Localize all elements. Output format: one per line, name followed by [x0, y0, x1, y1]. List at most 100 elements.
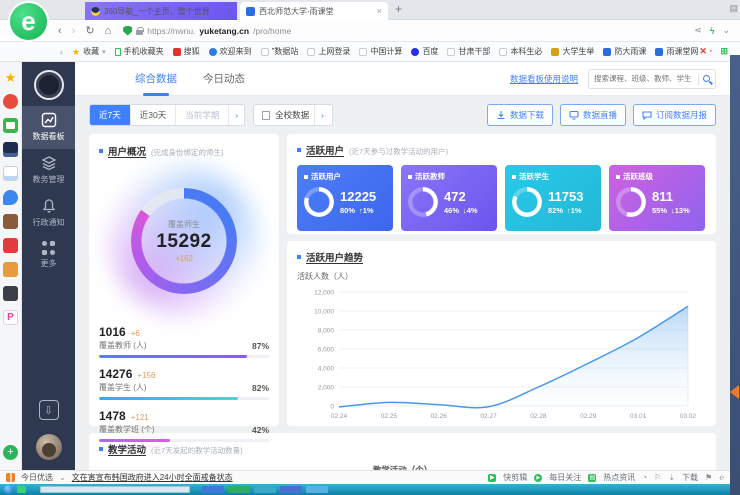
download-tray-icon[interactable]: ⇩ — [39, 400, 59, 420]
gift-icon[interactable] — [6, 473, 15, 482]
sidebar-item-dashboard[interactable]: 数据看板 — [22, 106, 75, 149]
notes-icon[interactable]: ▤ — [729, 3, 738, 14]
bookmark-baidu[interactable]: 百度 — [411, 46, 438, 57]
video-app-icon[interactable] — [3, 94, 18, 109]
range-7d-button[interactable]: 近7天 — [90, 105, 131, 125]
bookmark-rainclass-1[interactable]: 防大雨课 — [603, 46, 646, 57]
quick-clip-label[interactable]: 快剪辑 — [503, 472, 527, 483]
tile-active-students[interactable]: 活跃学生 11753 82%↑1% — [505, 165, 601, 231]
home-tab-favicon — [91, 7, 100, 16]
search-icon[interactable] — [703, 75, 710, 82]
tab-today-activity[interactable]: 今日动态 — [203, 62, 245, 96]
dashboard-help-link[interactable]: 数据看板使用说明 — [510, 73, 578, 85]
quick-launch-strip: ★ P — [0, 62, 22, 470]
red-app-icon[interactable] — [3, 238, 18, 253]
speed-boost-icon[interactable]: ϟ — [710, 26, 715, 36]
tab-close-icon[interactable]: × — [377, 6, 382, 16]
bookmark-welcome[interactable]: 欢迎来到 — [209, 46, 252, 57]
download-arrow-icon[interactable]: ⇣ — [668, 473, 675, 482]
bookmark-mobile[interactable]: 手机收藏夹 — [115, 46, 164, 57]
overview-title: 用户概况 — [108, 144, 146, 158]
taskbar-window-1[interactable] — [202, 486, 224, 493]
tile-active-teachers[interactable]: 活跃教师 472 46%↓4% — [401, 165, 497, 231]
ie-icon[interactable]: ℮ — [719, 473, 724, 482]
campus-icon — [551, 48, 559, 56]
tile-active-users[interactable]: 活跃用户 12225 80%↑1% — [297, 165, 393, 231]
download-label[interactable]: 下载 — [682, 472, 698, 483]
forward-button[interactable]: › — [72, 25, 76, 37]
back-button[interactable]: ‹ — [58, 25, 62, 37]
daily-picks-label[interactable]: 今日优选 — [21, 472, 53, 483]
collapse-bookmarks-icon[interactable]: ‹ — [60, 47, 63, 57]
range-30d-button[interactable]: 近30天 — [131, 105, 176, 125]
start-button[interactable] — [4, 485, 13, 494]
search-box[interactable] — [588, 69, 716, 89]
tile-active-classes[interactable]: 活跃班级 811 55%↓13% — [609, 165, 705, 231]
history-icon[interactable]: ◔ — [642, 473, 647, 482]
data-download-button[interactable]: 数据下载 — [487, 104, 553, 126]
svg-text:02.28: 02.28 — [530, 413, 547, 420]
taskbar-window-5[interactable] — [306, 486, 328, 493]
tab-overall-data[interactable]: 综合数据 — [135, 62, 177, 96]
hot-news-icon[interactable]: ▤ — [588, 474, 596, 482]
favorites-star-icon[interactable]: ★ — [3, 70, 18, 85]
flag-icon[interactable]: ⚑ — [705, 473, 712, 482]
bookmark-favorites[interactable]: ★收藏▾ — [72, 46, 106, 57]
taskbar-search-box[interactable] — [40, 486, 190, 493]
refresh-button[interactable]: ↻ — [85, 24, 94, 37]
user-avatar[interactable] — [36, 434, 62, 460]
course-app-icon[interactable] — [3, 142, 18, 157]
bookmark-undergrad[interactable]: 本科生必 — [499, 46, 542, 57]
bookmark-login[interactable]: 上网登录 — [307, 46, 350, 57]
home-button[interactable]: ⌂ — [105, 25, 112, 37]
taskbar-window-3[interactable] — [254, 486, 276, 493]
range-term-button[interactable]: 当前学期 — [176, 105, 229, 125]
daily-focus-icon[interactable]: ▶ — [534, 474, 542, 482]
scope-select[interactable]: 全校数据 › — [253, 104, 333, 126]
game-app-icon[interactable] — [3, 214, 18, 229]
taskbar-window-2[interactable] — [228, 486, 250, 493]
taskbar-browser-icon[interactable] — [17, 486, 26, 493]
taskbar-window-4[interactable] — [280, 486, 302, 493]
docs-app-icon[interactable] — [3, 166, 18, 181]
browser-logo-icon[interactable]: e — [10, 3, 47, 40]
progress-bar — [99, 397, 238, 400]
health-app-icon[interactable] — [3, 445, 18, 460]
game-app-2-icon[interactable] — [3, 262, 18, 277]
data-live-button[interactable]: 数据直播 — [560, 104, 626, 126]
search-input[interactable] — [594, 74, 694, 83]
line-chart-icon — [41, 112, 57, 128]
chevron-icon[interactable]: ⌄ — [59, 473, 66, 482]
add-bookmark-icon[interactable]: ⊞ — [720, 46, 728, 57]
chevron-down-icon[interactable]: ⌄ — [722, 25, 730, 36]
subscribe-report-button[interactable]: 订阅数据月报 — [633, 104, 716, 126]
browser-tab-home[interactable]: 360导航_一个主页，整个世界 — [85, 2, 237, 20]
news-ticker-link[interactable]: 文在寅宣布韩国政府进入24小时全面戒备状态 — [72, 472, 233, 483]
security-shield-icon[interactable] — [123, 26, 132, 36]
daily-focus-label[interactable]: 每日关注 — [549, 472, 581, 483]
bookmark-gansu[interactable]: 甘肃干部 — [447, 46, 490, 57]
bookmark-china-computing[interactable]: 中国计算 — [359, 46, 402, 57]
share-icon[interactable]: ⋖ — [694, 25, 702, 36]
new-tab-button[interactable]: + — [395, 2, 402, 16]
lock-icon — [136, 30, 143, 35]
hot-news-label[interactable]: 热点资讯 — [603, 472, 635, 483]
desktop-arrow-icon — [730, 385, 739, 399]
game-app-3-icon[interactable] — [3, 286, 18, 301]
bookmark-sohu[interactable]: 搜狐 — [173, 46, 200, 57]
ad-block-icon[interactable]: ✕ · — [699, 46, 712, 57]
browser-tab-yuketang[interactable]: 西北师范大学-雨课堂 × — [240, 2, 388, 20]
chevron-right-icon[interactable]: › — [229, 105, 244, 125]
p-app-icon[interactable]: P — [3, 310, 18, 325]
chat-app-icon[interactable] — [3, 190, 18, 205]
bookmark-rainclass-2[interactable]: 雨课堂网 — [655, 46, 698, 57]
quick-clip-icon[interactable]: ▶ — [488, 474, 496, 482]
mail-app-icon[interactable] — [3, 118, 18, 133]
pin-icon[interactable]: ⚐ — [654, 473, 661, 482]
sidebar-item-academic[interactable]: 教务管理 — [22, 149, 75, 192]
address-bar[interactable]: https://nwnu.yuketang.cn/pro/home — [123, 26, 291, 36]
bookmark-data-site[interactable]: "数据站 — [261, 46, 299, 57]
sidebar-item-notices[interactable]: 行政通知 — [22, 192, 75, 235]
sidebar-item-more[interactable]: 更多 — [22, 235, 75, 276]
bookmark-student[interactable]: 大学生举 — [551, 46, 594, 57]
